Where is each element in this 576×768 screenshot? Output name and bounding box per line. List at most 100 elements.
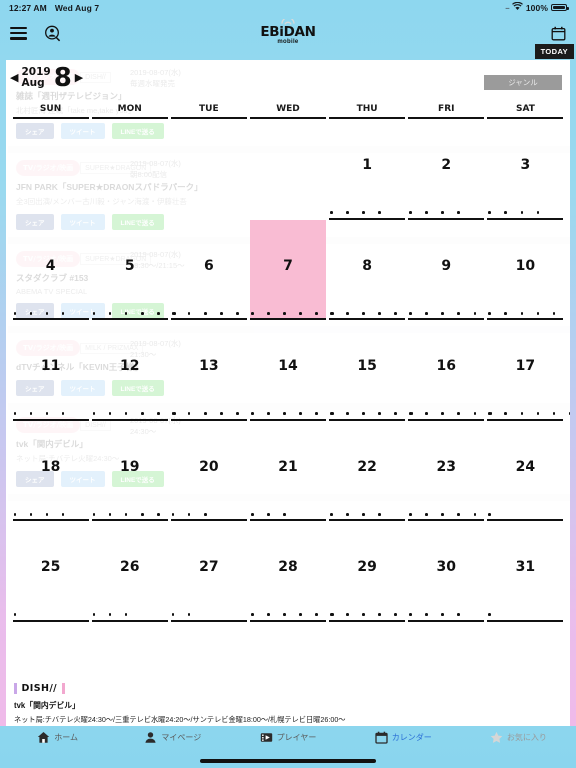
calendar-day-cell[interactable]: 24 <box>487 421 564 521</box>
tab-person[interactable]: マイページ <box>115 731 230 744</box>
event-dot <box>171 613 175 616</box>
calendar-day-cell[interactable]: 5 <box>91 220 176 320</box>
event-dot <box>250 512 254 516</box>
calendar-day-cell[interactable]: 17 <box>487 320 570 421</box>
event-dot <box>299 311 302 315</box>
calendar-day-cell[interactable]: 21 <box>249 421 327 521</box>
calendar-day-cell[interactable]: 30 <box>408 521 485 622</box>
calendar-day-cell[interactable]: 29 <box>329 521 406 622</box>
event-dot <box>315 311 318 315</box>
tab-calendar[interactable]: カレンダー <box>346 731 461 744</box>
event-dot-indicators <box>250 613 334 616</box>
day-number: 18 <box>40 458 61 475</box>
calendar-day-cell[interactable]: 14 <box>249 320 334 421</box>
status-bar-date: Wed Aug 7 <box>54 2 100 13</box>
day-number: 15 <box>357 358 377 374</box>
event-dot <box>552 412 556 415</box>
event-dot-indicators <box>13 412 88 415</box>
event-dot <box>283 311 286 315</box>
day-number: 1 <box>362 157 372 173</box>
prev-month-arrow-icon[interactable]: ◀ <box>10 72 18 84</box>
calendar-day-cell[interactable]: 11 <box>12 320 89 421</box>
status-bar-time: 12:27 AM <box>9 2 47 13</box>
calendar-panel: TV/ラジオ/映画 2019-08-07(水) 毎週水曜発売 DISH//雑誌「週刊ザ… <box>6 60 570 736</box>
calendar-day-cell[interactable]: 3 <box>487 119 564 220</box>
next-month-arrow-icon[interactable]: ▶ <box>75 72 83 84</box>
event-dot-indicators <box>330 311 404 315</box>
calendar-week-row: 4 5 6 7 8 9 10 <box>11 219 565 320</box>
event-dot <box>203 512 207 516</box>
event-dot <box>346 512 349 516</box>
event-dot <box>315 613 318 616</box>
event-dot <box>92 512 96 516</box>
month-selector-bar: ◀ 2019 Aug 8 ▶ ジャンル <box>6 60 570 104</box>
event-dot <box>330 412 333 415</box>
calendar-icon[interactable] <box>551 26 566 41</box>
event-dot <box>315 412 318 415</box>
tab-player[interactable]: プレイヤー <box>230 731 345 744</box>
calendar-day-cell[interactable]: 20 <box>170 421 247 521</box>
day-number: 2 <box>441 157 452 173</box>
day-number: 11 <box>40 358 61 374</box>
calendar-day-cell[interactable]: 6 <box>170 220 255 320</box>
event-dot <box>29 311 33 315</box>
calendar-day-cell[interactable]: 19 <box>91 421 168 521</box>
weekday-header-tue: TUE <box>170 104 247 119</box>
calendar-day-cell[interactable]: 4 <box>12 220 89 320</box>
event-dot-indicators <box>92 512 167 516</box>
event-dot-indicators <box>488 211 562 214</box>
event-dot <box>45 512 49 516</box>
calendar-day-cell[interactable]: 7 <box>249 219 334 320</box>
signal-strength-icon: .... <box>505 4 510 11</box>
event-dot <box>29 512 33 516</box>
calendar-day-cell[interactable]: 26 <box>91 521 168 622</box>
event-dot-indicators <box>13 311 88 315</box>
calendar-day-cell[interactable]: 10 <box>487 220 564 320</box>
calendar-day-cell[interactable]: 22 <box>329 421 406 521</box>
calendar-day-cell[interactable]: 15 <box>329 320 414 421</box>
day-number: 5 <box>124 257 135 274</box>
tab-home[interactable]: ホーム <box>0 731 115 744</box>
event-dot-indicators <box>250 412 334 415</box>
home-indicator <box>200 759 376 763</box>
event-dot <box>362 211 365 214</box>
calendar-day-cell[interactable]: 28 <box>249 521 334 622</box>
day-number: 8 <box>362 257 372 274</box>
event-dot <box>568 412 570 415</box>
event-dot <box>108 613 112 616</box>
event-dot <box>441 613 444 616</box>
event-dot <box>473 512 477 516</box>
calendar-day-cell[interactable]: 25 <box>12 521 89 622</box>
event-dot <box>441 412 444 415</box>
calendar-day-cell[interactable]: 1 <box>329 119 406 220</box>
event-dot <box>108 512 112 516</box>
calendar-day-cell[interactable]: 13 <box>170 320 247 421</box>
calendar-day-cell[interactable]: 23 <box>408 421 485 521</box>
calendar-day-cell[interactable]: 27 <box>170 521 247 622</box>
event-dot <box>124 512 128 516</box>
accent-bar-right <box>62 683 65 694</box>
account-search-icon[interactable] <box>44 25 61 42</box>
event-dot <box>504 211 508 214</box>
event-dot <box>124 412 128 415</box>
tab-star[interactable]: お気に入り <box>461 731 576 744</box>
event-detail-panel[interactable]: DISH// tvk「関内デビル」 ネット局:チバテレ火曜24:30〜/三重テレ… <box>6 678 570 726</box>
calendar-day-cell[interactable]: 9 <box>408 220 485 320</box>
calendar-day-cell[interactable]: 31 <box>487 521 564 622</box>
ios-status-bar: 12:27 AM Wed Aug 7 .... 100% <box>0 0 576 15</box>
event-dot <box>409 211 412 214</box>
calendar-day-cell[interactable]: 18 <box>12 421 89 521</box>
calendar-day-cell[interactable]: 16 <box>408 320 493 421</box>
event-dot <box>187 613 191 616</box>
calendar-day-cell[interactable]: 2 <box>408 119 485 220</box>
calendar-day-cell[interactable]: 8 <box>329 220 406 320</box>
day-number: 24 <box>515 458 536 475</box>
calendar-day-cell[interactable]: 12 <box>91 320 176 421</box>
genre-filter-button[interactable]: ジャンル <box>484 75 562 90</box>
today-button[interactable]: TODAY <box>534 44 574 59</box>
event-dot <box>362 512 365 516</box>
event-dot-indicators <box>488 412 570 415</box>
home-icon <box>37 731 50 744</box>
cell-underline <box>170 619 247 622</box>
hamburger-menu-icon[interactable] <box>10 26 27 40</box>
